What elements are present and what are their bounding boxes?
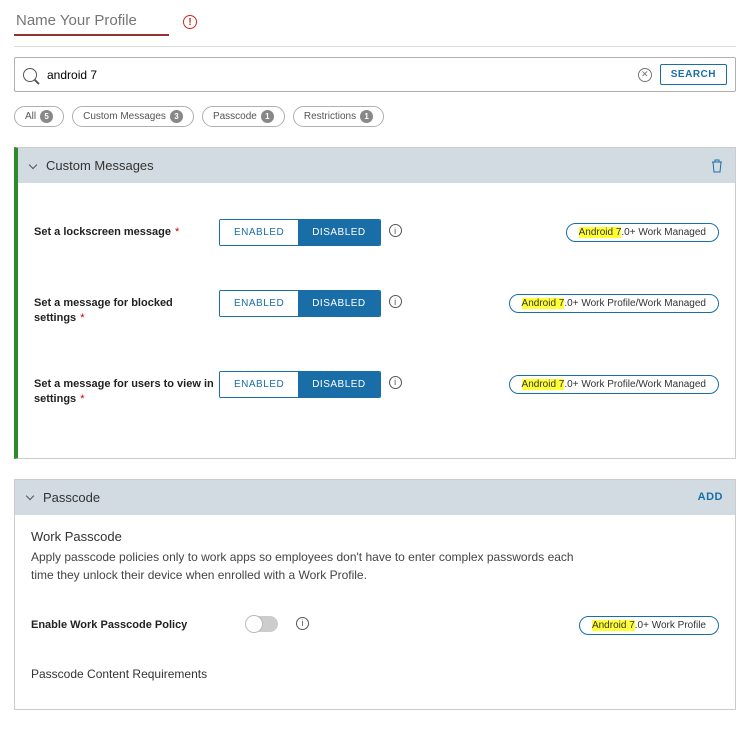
section-body: Set a lockscreen message* ENABLED DISABL… bbox=[18, 183, 735, 458]
required-star: * bbox=[80, 393, 84, 405]
enabled-button[interactable]: ENABLED bbox=[220, 220, 298, 245]
chip-count: 3 bbox=[170, 110, 183, 123]
setting-row-enable-work-passcode: Enable Work Passcode Policy i Android 7.… bbox=[31, 606, 719, 641]
chip-count: 1 bbox=[261, 110, 274, 123]
toggle-group: ENABLED DISABLED bbox=[219, 290, 381, 317]
compat-tag: Android 7.0+ Work Profile/Work Managed bbox=[509, 294, 719, 313]
search-button[interactable]: SEARCH bbox=[660, 64, 727, 85]
section-passcode: Passcode ADD Work Passcode Apply passcod… bbox=[14, 479, 736, 710]
chip-label: Passcode bbox=[213, 111, 257, 122]
section-header-passcode[interactable]: Passcode ADD bbox=[15, 480, 735, 515]
passcode-description: Apply passcode policies only to work app… bbox=[31, 548, 591, 584]
search-icon bbox=[23, 68, 37, 82]
search-bar: ✕ SEARCH bbox=[14, 57, 736, 92]
passcode-subtitle: Work Passcode bbox=[31, 529, 719, 544]
required-star: * bbox=[80, 312, 84, 324]
toggle-group: ENABLED DISABLED bbox=[219, 371, 381, 398]
toggle-group: ENABLED DISABLED bbox=[219, 219, 381, 246]
setting-row-blocked-settings-message: Set a message for blocked settings* ENAB… bbox=[34, 268, 719, 349]
info-icon[interactable]: i bbox=[389, 224, 402, 237]
section-title: Passcode bbox=[43, 490, 100, 505]
section-title: Custom Messages bbox=[46, 158, 154, 173]
filter-chip-passcode[interactable]: Passcode 1 bbox=[202, 106, 285, 127]
setting-label: Set a message for users to view in setti… bbox=[34, 371, 219, 408]
info-icon[interactable]: i bbox=[389, 376, 402, 389]
chip-label: Custom Messages bbox=[83, 111, 166, 122]
info-icon[interactable]: i bbox=[296, 617, 309, 630]
filter-chip-all[interactable]: All 5 bbox=[14, 106, 64, 127]
highlight: Android 7 bbox=[522, 379, 565, 390]
section-header-custom-messages[interactable]: Custom Messages bbox=[18, 148, 735, 183]
chevron-down-icon bbox=[26, 492, 34, 500]
setting-row-view-in-settings-message: Set a message for users to view in setti… bbox=[34, 349, 719, 430]
filter-chips-row: All 5 Custom Messages 3 Passcode 1 Restr… bbox=[14, 106, 736, 127]
required-star: * bbox=[175, 226, 179, 238]
enabled-button[interactable]: ENABLED bbox=[220, 291, 298, 316]
setting-label: Enable Work Passcode Policy bbox=[31, 612, 246, 633]
setting-label: Set a message for blocked settings* bbox=[34, 290, 219, 327]
section-body: Work Passcode Apply passcode policies on… bbox=[15, 515, 735, 709]
page-header: ! bbox=[14, 8, 736, 47]
disabled-button[interactable]: DISABLED bbox=[298, 220, 379, 245]
highlight: Android 7 bbox=[592, 620, 635, 631]
disabled-button[interactable]: DISABLED bbox=[298, 372, 379, 397]
setting-row-lockscreen-message: Set a lockscreen message* ENABLED DISABL… bbox=[34, 197, 719, 268]
compat-tag: Android 7.0+ Work Profile/Work Managed bbox=[509, 375, 719, 394]
chip-count: 1 bbox=[360, 110, 373, 123]
trash-icon[interactable] bbox=[711, 159, 723, 173]
filter-chip-restrictions[interactable]: Restrictions 1 bbox=[293, 106, 384, 127]
profile-name-input[interactable] bbox=[14, 8, 169, 36]
setting-label: Set a lockscreen message* bbox=[34, 219, 219, 240]
chip-label: Restrictions bbox=[304, 111, 356, 122]
clear-search-icon[interactable]: ✕ bbox=[638, 68, 652, 82]
compat-tag: Android 7.0+ Work Managed bbox=[566, 223, 719, 242]
alert-icon: ! bbox=[183, 15, 197, 29]
chevron-down-icon bbox=[29, 160, 37, 168]
highlight: Android 7 bbox=[522, 298, 565, 309]
section-custom-messages: Custom Messages Set a lockscreen message… bbox=[14, 147, 736, 459]
disabled-button[interactable]: DISABLED bbox=[298, 291, 379, 316]
compat-tag: Android 7.0+ Work Profile bbox=[579, 616, 719, 635]
toggle-switch[interactable] bbox=[246, 616, 278, 632]
passcode-content-requirements-heading: Passcode Content Requirements bbox=[31, 667, 719, 681]
chip-count: 5 bbox=[40, 110, 53, 123]
info-icon[interactable]: i bbox=[389, 295, 402, 308]
filter-chip-custom-messages[interactable]: Custom Messages 3 bbox=[72, 106, 194, 127]
search-input[interactable] bbox=[45, 67, 630, 83]
highlight: Android 7 bbox=[579, 227, 622, 238]
add-button[interactable]: ADD bbox=[698, 491, 723, 503]
chip-label: All bbox=[25, 111, 36, 122]
enabled-button[interactable]: ENABLED bbox=[220, 372, 298, 397]
